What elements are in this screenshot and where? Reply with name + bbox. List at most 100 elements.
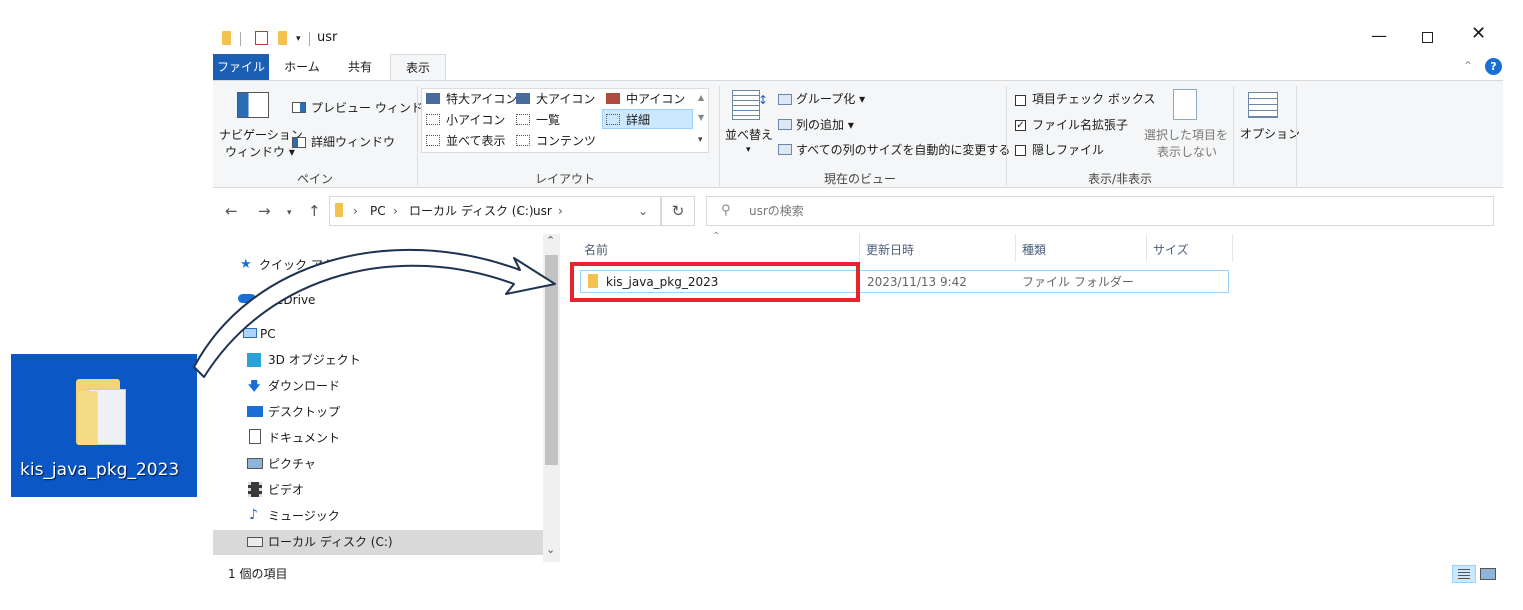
layout-list[interactable]: 一覧 bbox=[536, 112, 560, 128]
sort-arrow-icon: ↕ bbox=[758, 93, 769, 107]
sort-dropdown-icon[interactable]: ▾ bbox=[746, 142, 751, 158]
tab-view[interactable]: 表示 bbox=[390, 54, 446, 80]
add-columns-button[interactable]: 列の追加 ▾ bbox=[796, 117, 854, 133]
search-box[interactable] bbox=[706, 196, 1494, 226]
highlight-box bbox=[570, 262, 860, 302]
navigation-pane-button[interactable]: ナビゲーション bbox=[219, 127, 303, 143]
ribbon-separator bbox=[417, 86, 418, 186]
large-icons-view-icon[interactable] bbox=[1480, 568, 1496, 580]
desktop-folder-label[interactable]: kis_java_pkg_2023 bbox=[20, 462, 179, 479]
options-icon bbox=[1248, 92, 1278, 118]
nav-item-pictures[interactable]: ピクチャ bbox=[268, 456, 316, 472]
group-by-icon bbox=[778, 94, 792, 105]
tab-file[interactable]: ファイル bbox=[213, 54, 269, 80]
add-column-icon bbox=[778, 119, 792, 130]
breadcrumb-local-disk[interactable]: ローカル ディスク (C:) bbox=[409, 203, 534, 219]
list-icon bbox=[516, 114, 530, 125]
nav-item-local-disk[interactable]: ローカル ディスク (C:) bbox=[268, 534, 393, 550]
tab-home[interactable]: ホーム bbox=[275, 54, 329, 80]
content-icon bbox=[516, 135, 530, 146]
pictures-icon bbox=[247, 458, 263, 469]
column-divider bbox=[1146, 234, 1147, 262]
new-folder-icon[interactable] bbox=[278, 31, 287, 45]
column-header-size[interactable]: サイズ bbox=[1153, 241, 1189, 258]
breadcrumb-usr[interactable]: usr bbox=[533, 203, 552, 219]
options-button[interactable]: オプション bbox=[1240, 126, 1300, 142]
address-folder-icon bbox=[335, 203, 343, 217]
layout-tiles[interactable]: 並べて表示 bbox=[446, 133, 506, 149]
crumb-separator: › bbox=[393, 204, 398, 218]
column-header-modified[interactable]: 更新日時 bbox=[866, 241, 914, 258]
column-header-name[interactable]: 名前 bbox=[584, 241, 608, 258]
nav-item-desktop[interactable]: デスクトップ bbox=[268, 404, 340, 420]
item-checkbox-label[interactable]: 項目チェック ボックス bbox=[1032, 91, 1155, 107]
file-modified: 2023/11/13 9:42 bbox=[867, 275, 967, 289]
extensions-checkbox[interactable]: ✓ bbox=[1015, 120, 1026, 131]
column-header-type[interactable]: 種類 bbox=[1022, 241, 1046, 258]
layout-medium-icons[interactable]: 中アイコン bbox=[626, 91, 685, 107]
tiles-icon bbox=[426, 135, 440, 146]
properties-icon[interactable] bbox=[255, 31, 268, 45]
search-input[interactable]: usrの検索 bbox=[749, 203, 804, 219]
group-by-button[interactable]: グループ化 ▾ bbox=[796, 91, 865, 107]
column-divider bbox=[859, 234, 860, 262]
autosize-columns-button[interactable]: すべての列のサイズを自動的に変更する bbox=[796, 142, 1010, 158]
column-divider bbox=[1232, 234, 1233, 262]
documents-icon bbox=[249, 429, 261, 444]
details-icon bbox=[606, 114, 620, 125]
tab-share[interactable]: 共有 bbox=[333, 54, 387, 80]
gallery-up-icon[interactable]: ▲ bbox=[698, 90, 704, 106]
details-pane-button[interactable]: 詳細ウィンドウ bbox=[311, 134, 395, 150]
layout-content[interactable]: コンテンツ bbox=[536, 133, 596, 149]
breadcrumb-pc[interactable]: PC bbox=[370, 203, 386, 219]
forward-icon[interactable]: → bbox=[258, 203, 271, 219]
local-disk-icon bbox=[247, 537, 263, 547]
layout-small-icons[interactable]: 小アイコン bbox=[446, 112, 505, 128]
up-icon[interactable]: ↑ bbox=[308, 203, 321, 219]
scroll-down-icon[interactable]: ⌄ bbox=[546, 542, 555, 558]
window-title: usr bbox=[317, 30, 338, 45]
hidden-items-label[interactable]: 隠しファイル bbox=[1032, 142, 1104, 158]
status-item-count: 1 個の項目 bbox=[228, 567, 288, 581]
collapse-ribbon-icon[interactable]: ⌃ bbox=[1463, 58, 1473, 74]
layout-extra-large-icons[interactable]: 特大アイコン bbox=[446, 91, 517, 107]
gallery-down-icon[interactable]: ▼ bbox=[698, 110, 704, 126]
minimize-button[interactable]: — bbox=[1371, 28, 1387, 44]
hidden-items-checkbox[interactable] bbox=[1015, 145, 1026, 156]
crumb-separator: › bbox=[558, 204, 563, 218]
details-view-glyph-icon bbox=[1458, 569, 1470, 579]
ribbon-separator bbox=[1233, 86, 1234, 186]
nav-item-music[interactable]: ミュージック bbox=[268, 508, 340, 524]
extensions-label[interactable]: ファイル名拡張子 bbox=[1032, 117, 1128, 133]
close-button[interactable]: ✕ bbox=[1471, 25, 1486, 43]
drag-arrow bbox=[193, 248, 556, 378]
search-icon: ⚲ bbox=[721, 203, 731, 218]
hide-selected-button: 選択した項目を bbox=[1144, 128, 1229, 142]
navigation-pane-button-line2[interactable]: ウィンドウ ▾ bbox=[225, 144, 295, 160]
ribbon-separator bbox=[719, 86, 720, 186]
sort-by-button[interactable]: 並べ替え bbox=[725, 127, 773, 143]
item-checkbox-toggle[interactable] bbox=[1015, 95, 1026, 106]
refresh-button[interactable]: ↻ bbox=[661, 196, 695, 226]
layout-details[interactable]: 詳細 bbox=[626, 112, 650, 128]
title-bar: ▾ usr — ✕ bbox=[213, 25, 1523, 52]
gallery-more-icon[interactable]: ▾ bbox=[698, 132, 703, 148]
medium-icons-icon bbox=[606, 93, 620, 104]
videos-icon bbox=[248, 482, 262, 497]
music-icon: ♪ bbox=[249, 507, 258, 523]
nav-item-documents[interactable]: ドキュメント bbox=[268, 430, 340, 446]
recent-locations-icon[interactable]: ▾ bbox=[287, 205, 292, 221]
address-dropdown-icon[interactable]: ⌄ bbox=[638, 203, 648, 219]
hide-selected-button-line2: 表示しない bbox=[1157, 145, 1218, 159]
qat-dropdown-icon[interactable]: ▾ bbox=[296, 31, 301, 47]
group-label-layout: レイアウト bbox=[534, 172, 595, 186]
maximize-button[interactable] bbox=[1422, 32, 1433, 43]
title-divider bbox=[240, 32, 241, 46]
help-icon[interactable]: ? bbox=[1485, 58, 1502, 75]
desktop-folder-icon[interactable] bbox=[76, 379, 128, 447]
details-pane-icon bbox=[292, 137, 306, 148]
extra-large-icons-icon bbox=[426, 93, 440, 104]
layout-large-icons[interactable]: 大アイコン bbox=[536, 91, 595, 107]
nav-item-videos[interactable]: ビデオ bbox=[268, 482, 304, 498]
back-icon[interactable]: ← bbox=[225, 203, 238, 219]
